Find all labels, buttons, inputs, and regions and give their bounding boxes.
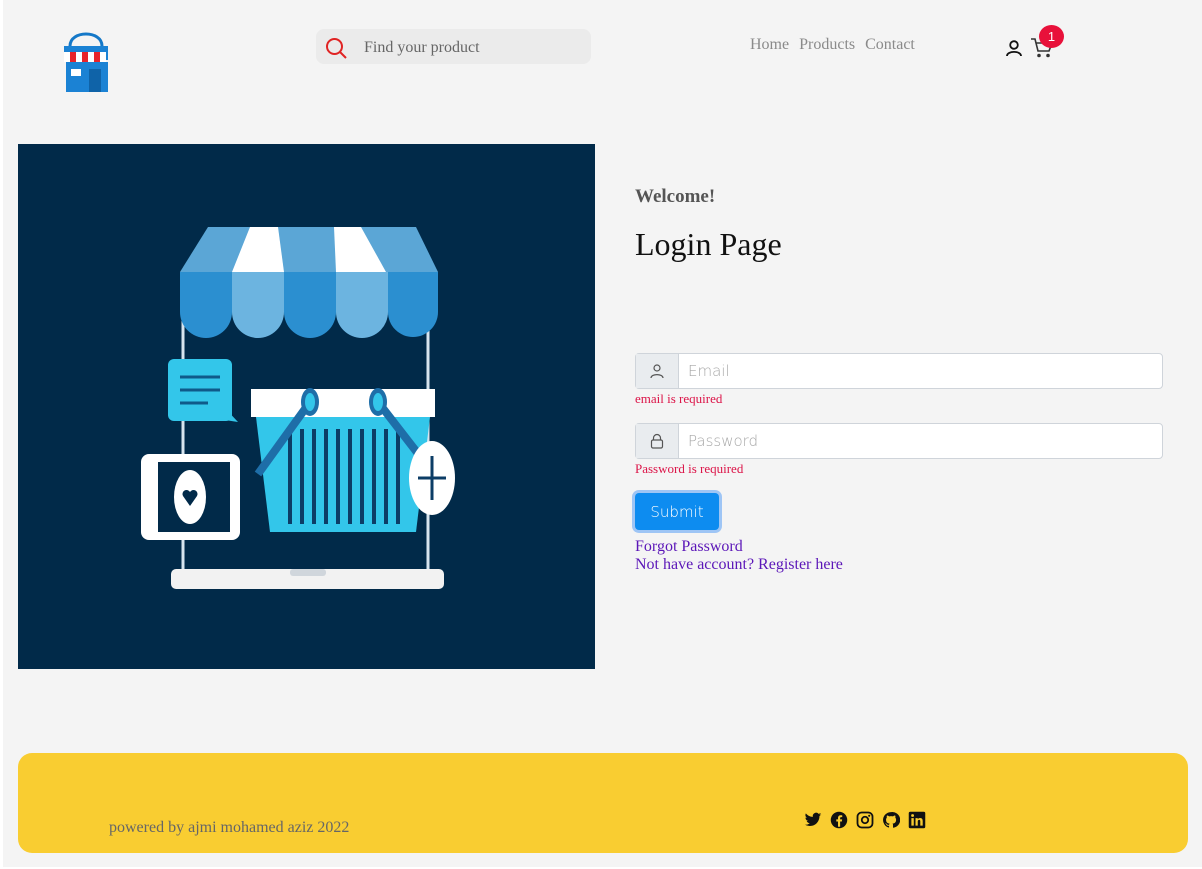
powered-by-text: powered by ajmi mohamed aziz 2022: [109, 819, 350, 836]
forgot-password-link[interactable]: Forgot Password: [635, 538, 743, 556]
user-icon: [650, 364, 664, 379]
email-field: [635, 353, 1163, 389]
cart-count-badge: 1: [1039, 25, 1064, 48]
password-field: [635, 423, 1163, 459]
email-addon: [636, 354, 679, 388]
instagram-icon[interactable]: [856, 811, 874, 829]
nav-contact[interactable]: Contact: [865, 36, 915, 54]
search-icon[interactable]: [325, 37, 347, 59]
page: Home Products Contact 1: [3, 0, 1202, 867]
nav-home[interactable]: Home: [750, 36, 789, 54]
linkedin-icon[interactable]: [908, 811, 926, 829]
user-icon[interactable]: [1004, 38, 1024, 58]
twitter-icon[interactable]: [804, 811, 822, 829]
email-input[interactable]: [679, 354, 1162, 388]
footer: powered by ajmi mohamed aziz 2022: [18, 753, 1188, 853]
register-link[interactable]: Not have account? Register here: [635, 556, 843, 574]
password-input[interactable]: [679, 424, 1162, 458]
nav-products[interactable]: Products: [799, 36, 855, 54]
password-addon: [636, 424, 679, 458]
store-logo[interactable]: [58, 28, 114, 94]
main-nav: Home Products Contact: [750, 36, 925, 54]
github-icon[interactable]: [882, 811, 901, 829]
password-error: Password is required: [635, 461, 744, 476]
social-links: [804, 811, 926, 829]
submit-button[interactable]: Submit: [635, 493, 719, 530]
search-input[interactable]: [362, 33, 586, 62]
facebook-icon[interactable]: [830, 811, 848, 829]
shop-illustration: [141, 227, 455, 589]
welcome-text: Welcome!: [635, 186, 716, 207]
search-bar: [316, 29, 591, 64]
page-title: Login Page: [635, 226, 782, 262]
hero-image: [18, 144, 595, 669]
email-error: email is required: [635, 391, 723, 406]
lock-icon: [650, 433, 664, 449]
